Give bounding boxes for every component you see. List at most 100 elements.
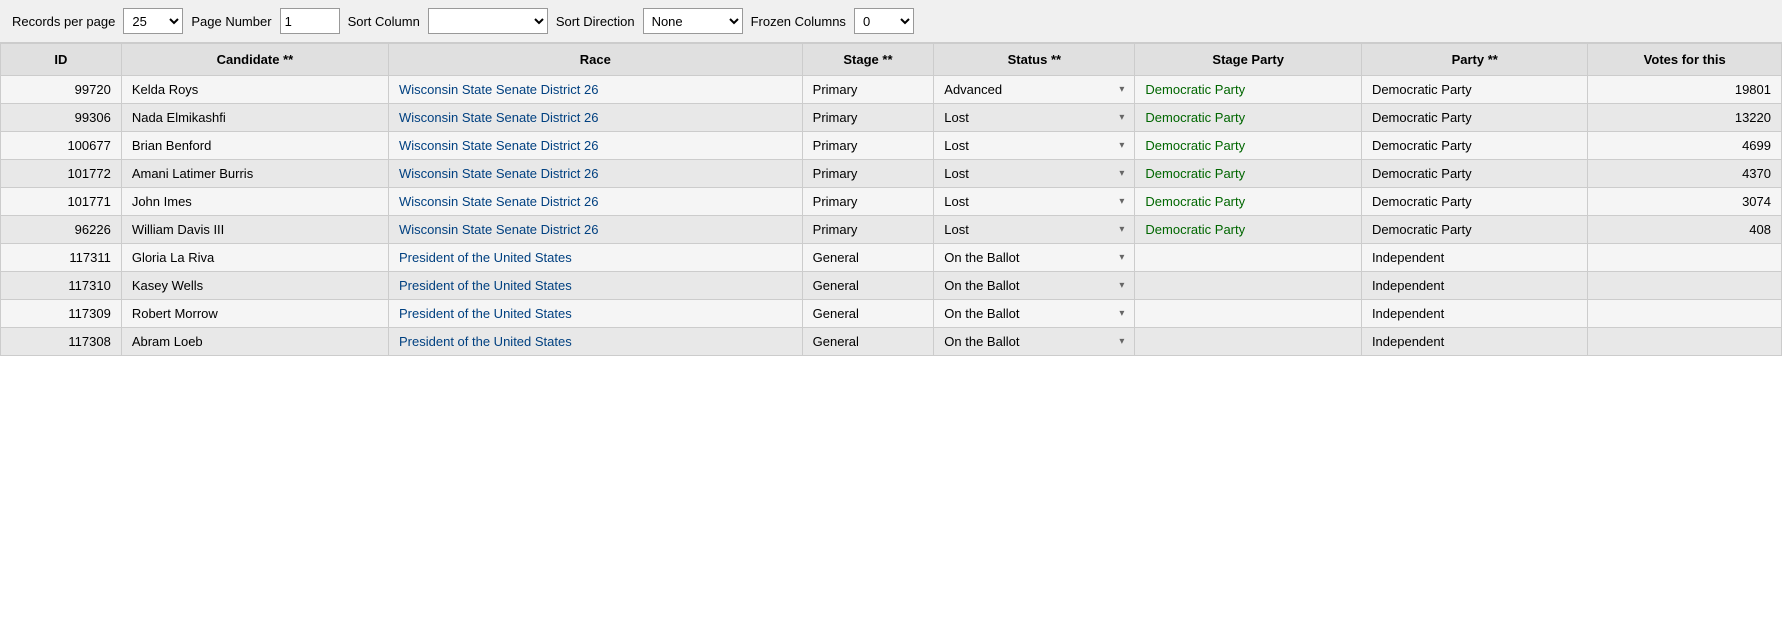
status-text: On the Ballot — [944, 334, 1019, 349]
cell-votes: 3074 — [1588, 188, 1782, 216]
cell-stage-party: Democratic Party — [1135, 160, 1362, 188]
col-header-race[interactable]: Race — [389, 44, 803, 76]
cell-race: Wisconsin State Senate District 26 — [389, 104, 803, 132]
cell-id: 117308 — [1, 328, 122, 356]
status-text: On the Ballot — [944, 278, 1019, 293]
cell-status: Advanced▾ — [934, 76, 1135, 104]
cell-candidate: Gloria La Riva — [121, 244, 388, 272]
cell-stage-party — [1135, 244, 1362, 272]
col-header-votes[interactable]: Votes for this — [1588, 44, 1782, 76]
table-row: 101771John ImesWisconsin State Senate Di… — [1, 188, 1782, 216]
cell-race: Wisconsin State Senate District 26 — [389, 76, 803, 104]
cell-status: Lost ▾ — [934, 216, 1135, 244]
table-row: 101772Amani Latimer BurrisWisconsin Stat… — [1, 160, 1782, 188]
cell-stage: Primary — [802, 216, 934, 244]
cell-votes — [1588, 272, 1782, 300]
table-row: 117308Abram LoebPresident of the United … — [1, 328, 1782, 356]
status-text: Lost — [944, 110, 969, 125]
status-dropdown-arrow[interactable]: ▾ — [1119, 112, 1124, 123]
status-dropdown-arrow[interactable]: ▾ — [1119, 224, 1124, 235]
col-header-status[interactable]: Status ** — [934, 44, 1135, 76]
cell-party: Democratic Party — [1361, 216, 1588, 244]
cell-race: President of the United States — [389, 272, 803, 300]
cell-votes — [1588, 328, 1782, 356]
cell-votes — [1588, 300, 1782, 328]
status-text: On the Ballot — [944, 250, 1019, 265]
frozen-columns-label: Frozen Columns — [751, 14, 846, 29]
status-dropdown-arrow[interactable]: ▾ — [1119, 252, 1124, 263]
col-header-stage-party[interactable]: Stage Party — [1135, 44, 1362, 76]
cell-status: Lost▾ — [934, 132, 1135, 160]
table-row: 117311Gloria La RivaPresident of the Uni… — [1, 244, 1782, 272]
cell-status: Lost▾ — [934, 160, 1135, 188]
cell-candidate: William Davis III — [121, 216, 388, 244]
cell-status: On the Ballot▾ — [934, 300, 1135, 328]
cell-candidate: Nada Elmikashfi — [121, 104, 388, 132]
cell-party: Democratic Party — [1361, 104, 1588, 132]
cell-candidate: Amani Latimer Burris — [121, 160, 388, 188]
status-dropdown-arrow[interactable]: ▾ — [1119, 308, 1124, 319]
cell-votes: 4370 — [1588, 160, 1782, 188]
cell-candidate: John Imes — [121, 188, 388, 216]
cell-party: Democratic Party — [1361, 76, 1588, 104]
status-text: Lost — [944, 194, 969, 209]
cell-race: President of the United States — [389, 300, 803, 328]
cell-stage: General — [802, 244, 934, 272]
table-wrapper: ID Candidate ** Race Stage ** Status ** … — [0, 43, 1782, 356]
cell-status: On the Ballot ▾ — [934, 272, 1135, 300]
cell-stage: General — [802, 328, 934, 356]
cell-candidate: Kelda Roys — [121, 76, 388, 104]
cell-race: Wisconsin State Senate District 26 — [389, 132, 803, 160]
sort-direction-select[interactable]: None Ascending Descending — [643, 8, 743, 34]
cell-stage: Primary — [802, 76, 934, 104]
page-number-input[interactable] — [280, 8, 340, 34]
cell-votes: 13220 — [1588, 104, 1782, 132]
status-text: Lost — [944, 222, 969, 237]
cell-stage-party: Democratic Party — [1135, 76, 1362, 104]
cell-votes: 408 — [1588, 216, 1782, 244]
cell-race: Wisconsin State Senate District 26 — [389, 188, 803, 216]
records-per-page-label: Records per page — [12, 14, 115, 29]
records-per-page-select[interactable]: 25 10 50 100 — [123, 8, 183, 34]
cell-id: 101772 — [1, 160, 122, 188]
page-number-label: Page Number — [191, 14, 271, 29]
cell-stage: Primary — [802, 132, 934, 160]
cell-id: 99720 — [1, 76, 122, 104]
cell-id: 100677 — [1, 132, 122, 160]
col-header-stage[interactable]: Stage ** — [802, 44, 934, 76]
cell-party: Democratic Party — [1361, 188, 1588, 216]
col-header-id[interactable]: ID — [1, 44, 122, 76]
status-dropdown-arrow[interactable]: ▾ — [1119, 196, 1124, 207]
sort-column-select[interactable]: ID Candidate Race Stage Status Stage Par… — [428, 8, 548, 34]
cell-stage: General — [802, 300, 934, 328]
status-dropdown-arrow[interactable]: ▾ — [1119, 84, 1124, 95]
cell-party: Independent — [1361, 244, 1588, 272]
cell-status: On the Ballot ▾ — [934, 244, 1135, 272]
frozen-columns-select[interactable]: 0 1 2 3 4 — [854, 8, 914, 34]
table-header-row: ID Candidate ** Race Stage ** Status ** … — [1, 44, 1782, 76]
status-dropdown-arrow[interactable]: ▾ — [1119, 336, 1124, 347]
cell-stage-party: Democratic Party — [1135, 188, 1362, 216]
cell-votes: 4699 — [1588, 132, 1782, 160]
cell-id: 117309 — [1, 300, 122, 328]
col-header-candidate[interactable]: Candidate ** — [121, 44, 388, 76]
cell-status: Lost ▾ — [934, 188, 1135, 216]
cell-status: Lost ▾ — [934, 104, 1135, 132]
status-dropdown-arrow[interactable]: ▾ — [1119, 280, 1124, 291]
cell-id: 117310 — [1, 272, 122, 300]
table-row: 99306Nada ElmikashfiWisconsin State Sena… — [1, 104, 1782, 132]
cell-candidate: Abram Loeb — [121, 328, 388, 356]
cell-party: Democratic Party — [1361, 160, 1588, 188]
status-dropdown-arrow[interactable]: ▾ — [1119, 140, 1124, 151]
sort-direction-label: Sort Direction — [556, 14, 635, 29]
cell-party: Democratic Party — [1361, 132, 1588, 160]
status-dropdown-arrow[interactable]: ▾ — [1119, 168, 1124, 179]
toolbar: Records per page 25 10 50 100 Page Numbe… — [0, 0, 1782, 43]
cell-race: Wisconsin State Senate District 26 — [389, 160, 803, 188]
cell-stage-party — [1135, 300, 1362, 328]
col-header-party[interactable]: Party ** — [1361, 44, 1588, 76]
table-row: 117310Kasey WellsPresident of the United… — [1, 272, 1782, 300]
cell-status: On the Ballot ▾ — [934, 328, 1135, 356]
cell-party: Independent — [1361, 328, 1588, 356]
cell-party: Independent — [1361, 300, 1588, 328]
